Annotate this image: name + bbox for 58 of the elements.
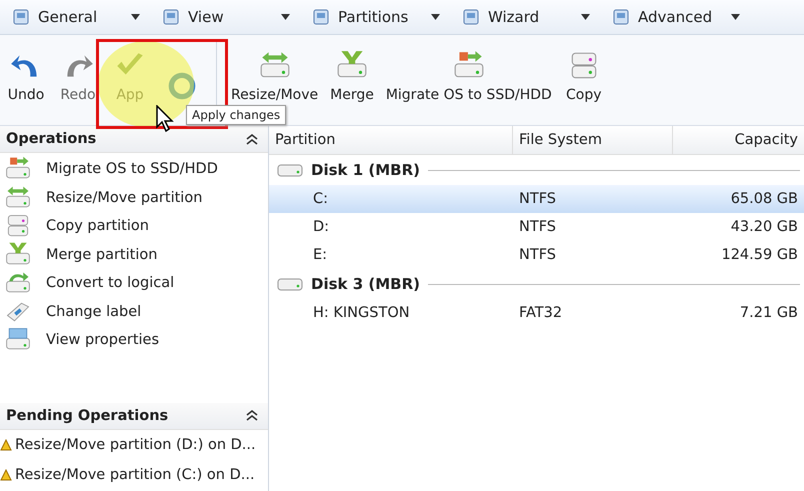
disk-name: Disk 1 (MBR) bbox=[311, 161, 420, 179]
table-cell-text: 43.20 GB bbox=[730, 219, 799, 235]
table-cell-text: 65.08 GB bbox=[730, 191, 799, 207]
collapse-icon[interactable] bbox=[246, 410, 258, 421]
dropdown-caret-icon bbox=[281, 14, 290, 20]
menu-app-icon bbox=[612, 8, 630, 26]
disk-drive-icon bbox=[277, 162, 303, 178]
dropdown-caret-icon bbox=[431, 14, 440, 20]
table-cell-text: NTFS bbox=[518, 191, 557, 207]
pending-operation[interactable]: Resize/Move partition (C:) on D... bbox=[15, 466, 255, 482]
table-cell-text: 7.21 GB bbox=[738, 305, 799, 321]
toolbar-button[interactable]: Copy bbox=[558, 35, 610, 125]
operation-item[interactable]: Migrate OS to SSD/HDD bbox=[0, 155, 268, 184]
menu-item[interactable]: Partitions bbox=[308, 8, 458, 26]
table-cell-text: E: bbox=[312, 247, 328, 263]
warning-icon bbox=[0, 468, 12, 480]
menu-app-icon bbox=[312, 8, 330, 26]
menu-item[interactable]: View bbox=[158, 8, 308, 26]
panel-title: Operations bbox=[6, 131, 96, 147]
dropdown-caret-icon bbox=[731, 14, 740, 20]
operation-item[interactable]: Copy partition bbox=[0, 212, 268, 240]
collapse-icon[interactable] bbox=[246, 134, 258, 144]
table-cell-text: D: bbox=[312, 219, 330, 235]
pending-operation[interactable]: Resize/Move partition (D:) on D... bbox=[15, 436, 256, 452]
partition-row[interactable]: H: KINGSTON FAT32 7.21 GB bbox=[269, 299, 804, 327]
toolbar-button[interactable]: Undo bbox=[0, 35, 52, 125]
partition-row[interactable]: E: NTFS 124.59 GB bbox=[269, 241, 804, 269]
column-header[interactable]: Capacity bbox=[673, 126, 804, 154]
operation-item[interactable]: Merge partition bbox=[0, 240, 268, 269]
warning-icon bbox=[0, 438, 12, 450]
menu-app-icon bbox=[162, 8, 180, 26]
column-header[interactable]: Partition bbox=[269, 126, 513, 154]
disk-drive-icon bbox=[277, 276, 303, 292]
toolbar-button[interactable]: Merge bbox=[324, 35, 380, 125]
tooltip: Apply changes bbox=[186, 105, 286, 125]
dropdown-caret-icon bbox=[581, 14, 590, 20]
menu-app-icon bbox=[12, 8, 30, 26]
menu-item[interactable]: Advanced bbox=[608, 8, 758, 26]
menu-item[interactable]: General bbox=[8, 8, 158, 26]
table-cell-text: 124.59 GB bbox=[720, 247, 799, 263]
partition-row[interactable]: D: NTFS 43.20 GB bbox=[269, 213, 804, 241]
operation-item[interactable]: Resize/Move partition bbox=[0, 184, 268, 212]
table-cell-text: NTFS bbox=[518, 247, 557, 263]
dropdown-caret-icon bbox=[131, 14, 140, 20]
table-cell-text: C: bbox=[312, 191, 330, 207]
panel-title: Pending Operations bbox=[6, 408, 168, 424]
table-cell-text: FAT32 bbox=[518, 305, 564, 321]
toolbar-button[interactable]: Migrate OS to SSD/HDD bbox=[380, 35, 558, 125]
disk-name: Disk 3 (MBR) bbox=[311, 275, 420, 293]
table-cell-text: NTFS bbox=[518, 219, 557, 235]
partition-row[interactable]: C: NTFS 65.08 GB bbox=[269, 185, 804, 213]
menu-item[interactable]: Wizard bbox=[458, 8, 608, 26]
operation-item[interactable]: Change label bbox=[0, 298, 268, 326]
menu-app-icon bbox=[462, 8, 480, 26]
operation-item[interactable]: View properties bbox=[0, 326, 268, 354]
column-header[interactable]: File System bbox=[513, 126, 673, 154]
table-cell-text: H: KINGSTON bbox=[312, 305, 411, 321]
operation-item[interactable]: Convert to logical bbox=[0, 269, 268, 298]
